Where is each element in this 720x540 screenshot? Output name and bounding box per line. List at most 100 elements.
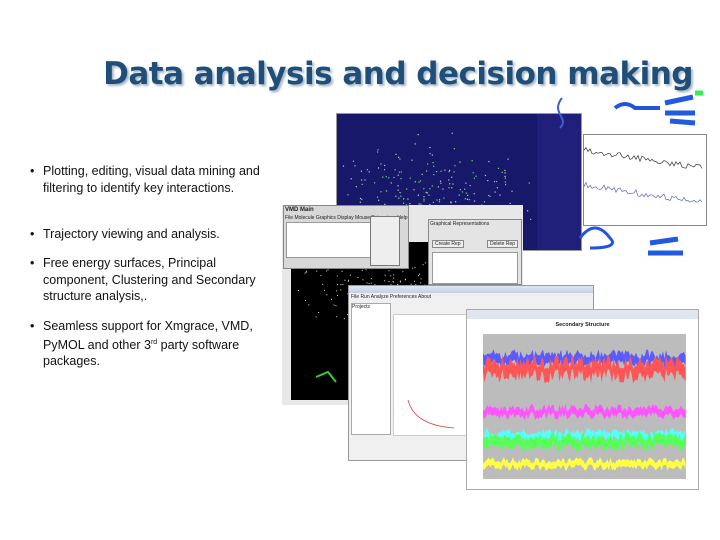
scatter-point xyxy=(427,163,429,165)
scatter-point xyxy=(423,188,425,190)
scatter-point xyxy=(373,182,376,184)
scatter-point xyxy=(390,182,392,184)
scatter-point xyxy=(501,171,503,173)
trajectory-point xyxy=(308,304,310,306)
scatter-point xyxy=(394,169,396,171)
trajectory-point xyxy=(340,289,342,291)
secondary-structure-window: Secondary Structure xyxy=(466,309,699,490)
scatter-point xyxy=(450,201,452,203)
menu-bar[interactable]: File Run Analyze Preferences About xyxy=(349,293,593,301)
scatter-point xyxy=(528,182,530,184)
scatter-point xyxy=(459,161,461,163)
scatter-point xyxy=(473,200,476,202)
scatter-point xyxy=(465,192,467,194)
trajectory-point xyxy=(349,274,351,276)
create-rep-button[interactable]: Create Rep xyxy=(432,240,464,248)
scatter-point xyxy=(366,169,368,171)
trajectory-point xyxy=(315,316,317,318)
scatter-point xyxy=(469,184,471,187)
scatter-point xyxy=(359,197,362,200)
graphical-representations-window: Graphical Representations Create Rep Del… xyxy=(428,219,522,285)
scatter-point xyxy=(382,176,384,178)
scatter-point xyxy=(361,183,363,185)
scatter-point xyxy=(439,180,442,182)
scatter-point xyxy=(364,179,366,181)
scatter-point xyxy=(423,196,425,198)
scatter-point xyxy=(435,171,438,173)
trajectory-point xyxy=(405,278,407,280)
scatter-point xyxy=(429,152,431,155)
scatter-point xyxy=(426,170,428,172)
scatter-point xyxy=(385,176,387,178)
trajectory-point xyxy=(420,282,422,284)
slide-title: Data analysis and decision making xyxy=(103,56,693,92)
trajectory-point xyxy=(326,270,328,272)
scatter-point xyxy=(376,151,379,153)
scatter-point xyxy=(495,180,498,183)
trajectory-point xyxy=(304,299,306,301)
trajectory-point xyxy=(305,271,307,273)
scatter-point xyxy=(437,186,439,188)
project-tree[interactable]: Projects xyxy=(351,303,391,435)
trajectory-point xyxy=(343,318,345,320)
scatter-point xyxy=(347,194,349,196)
scatter-point xyxy=(384,164,386,167)
delete-rep-button[interactable]: Delete Rep xyxy=(486,240,518,248)
scatter-point xyxy=(449,183,451,185)
scatter-point xyxy=(380,163,382,165)
bullet-icon: • xyxy=(30,319,35,333)
secondary-structure-chart xyxy=(483,334,686,479)
scatter-point xyxy=(451,132,453,134)
scatter-point xyxy=(440,170,442,172)
trajectory-point xyxy=(327,269,329,271)
trajectory-point xyxy=(341,270,343,272)
trajectory-point xyxy=(344,279,346,281)
trajectory-point xyxy=(348,279,350,281)
scatter-point xyxy=(494,191,496,193)
scatter-point xyxy=(414,143,416,145)
window-title: Graphical Representations xyxy=(430,221,490,227)
scatter-point xyxy=(376,196,379,198)
scatter-point xyxy=(467,194,469,196)
scatter-point xyxy=(361,198,363,201)
scatter-point xyxy=(461,191,464,193)
scatter-point xyxy=(493,180,496,183)
scatter-point xyxy=(458,194,460,196)
scatter-point xyxy=(432,201,435,204)
scatter-point xyxy=(397,189,399,191)
trajectory-point xyxy=(424,262,426,264)
trajectory-point xyxy=(399,281,401,283)
scatter-point xyxy=(504,183,507,186)
scatter-point xyxy=(399,158,401,160)
scatter-point xyxy=(438,201,441,203)
scatter-point xyxy=(448,187,450,189)
trajectory-point xyxy=(384,274,386,276)
scatter-point xyxy=(453,148,455,150)
scatter-point xyxy=(361,179,363,181)
trajectory-point xyxy=(304,272,306,274)
scatter-point xyxy=(509,202,511,204)
trajectory-point xyxy=(414,267,416,269)
scatter-point xyxy=(459,189,462,191)
scatter-point xyxy=(423,198,425,200)
scatter-point xyxy=(400,195,402,197)
trajectory-point xyxy=(336,290,338,292)
trajectory-point xyxy=(413,280,415,282)
scatter-point xyxy=(488,194,490,197)
scatter-point xyxy=(472,172,474,174)
trajectory-point xyxy=(336,316,338,318)
trajectory-point xyxy=(306,270,308,272)
scatter-point xyxy=(423,200,425,202)
scatter-point xyxy=(526,210,529,212)
bullet-text: Seamless support for Xmgrace, VMD, PyMOL… xyxy=(43,319,253,369)
trajectory-point xyxy=(384,280,386,282)
scatter-point xyxy=(399,192,401,194)
trajectory-point xyxy=(316,270,318,272)
scatter-point xyxy=(473,193,475,195)
trajectory-point xyxy=(418,275,420,277)
bullet-icon: • xyxy=(30,227,35,241)
scatter-point xyxy=(409,177,411,179)
trajectory-point xyxy=(357,277,359,279)
scatter-point xyxy=(496,187,498,189)
scatter-point xyxy=(448,169,451,172)
